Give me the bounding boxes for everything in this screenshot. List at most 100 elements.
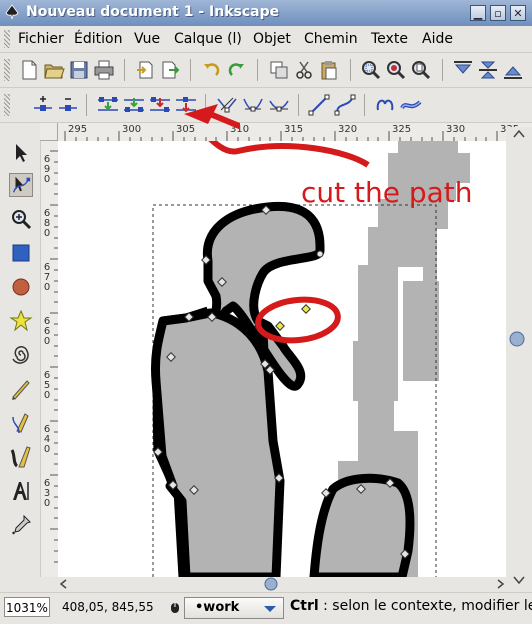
rectangle-icon[interactable] [9, 241, 33, 265]
menu-fichier[interactable]: Fichier [18, 31, 64, 47]
zoom-drawing-icon[interactable] [385, 59, 407, 81]
maximize-button[interactable]: ▫ [490, 5, 506, 21]
minimize-button[interactable]: ▁ [470, 5, 486, 21]
status-message-text: : selon le contexte, modifier le [318, 598, 532, 614]
dropper-icon[interactable] [9, 513, 33, 537]
object-to-path-icon[interactable] [374, 94, 396, 116]
star-icon[interactable] [9, 309, 33, 333]
zoom-icon[interactable] [9, 207, 33, 231]
ruler-label: 660 [43, 316, 51, 347]
toolbar-separator [298, 94, 299, 116]
current-layer: •work [195, 600, 240, 615]
save-icon[interactable] [68, 59, 90, 81]
ruler-label: 670 [43, 262, 51, 293]
toolbar-separator [86, 94, 87, 116]
join-nodes-icon[interactable] [97, 94, 119, 116]
selector-arrow-icon[interactable] [9, 141, 33, 165]
menu-edition[interactable]: Édition [74, 31, 122, 47]
import-icon[interactable] [134, 59, 156, 81]
ruler-label: 640 [43, 424, 51, 455]
menu-vue[interactable]: Vue [134, 31, 160, 47]
ruler-label: 690 [43, 154, 51, 185]
align-top-icon[interactable] [452, 59, 474, 81]
join-segment-icon[interactable] [123, 94, 145, 116]
make-curve-icon[interactable] [334, 94, 356, 116]
undo-icon[interactable] [200, 59, 222, 81]
ruler-label: 650 [43, 370, 51, 401]
ruler-label: 315 [284, 124, 304, 135]
make-symmetric-icon[interactable] [268, 94, 290, 116]
new-document-icon[interactable] [18, 59, 40, 81]
node-edit-icon[interactable] [9, 173, 33, 197]
selected-nodes [275, 304, 311, 331]
spiral-icon[interactable] [9, 343, 33, 367]
ruler-label: 320 [338, 124, 358, 135]
annotation-red-arrow [208, 141, 370, 168]
menu-objet[interactable]: Objet [253, 31, 291, 47]
annotation-red-circle [255, 296, 341, 344]
toolbar-separator [364, 94, 365, 116]
toolbar-separator [442, 59, 443, 81]
menu-texte[interactable]: Texte [371, 31, 408, 47]
stroke-to-path-icon[interactable] [400, 94, 422, 116]
toolbar-separator [350, 59, 351, 81]
annotation-text: cut the path [301, 176, 473, 209]
vertical-scrollbar[interactable] [506, 127, 532, 591]
horizontal-scrollbar-shapes [59, 577, 505, 591]
vertical-ruler[interactable]: 690 680 670 660 650 640 630 [40, 141, 59, 577]
duplicate-icon[interactable] [268, 59, 290, 81]
close-button[interactable]: ✕ [510, 5, 526, 21]
node-controls-toolbar [0, 88, 532, 123]
insert-node-icon[interactable] [32, 94, 54, 116]
pen-icon[interactable] [9, 411, 33, 435]
zoom-field[interactable]: 1031% [4, 597, 50, 617]
toolbar-separator [190, 59, 191, 81]
vertical-ruler-ticks [50, 150, 58, 563]
export-icon[interactable] [159, 59, 181, 81]
cut-icon[interactable] [293, 59, 315, 81]
align-center-icon[interactable] [477, 59, 499, 81]
ellipse-icon[interactable] [9, 275, 33, 299]
layer-selector[interactable]: •work [184, 597, 284, 619]
menu-chemin[interactable]: Chemin [304, 31, 358, 47]
menubar-grip[interactable] [4, 30, 10, 48]
delete-node-icon[interactable] [57, 94, 79, 116]
vertical-scrollbar-shapes [506, 127, 532, 585]
commands-toolbar [0, 53, 532, 88]
status-message: Ctrl : selon le contexte, modifier le [290, 598, 532, 614]
drawing-canvas[interactable]: cut the path [58, 141, 506, 577]
menu-aide[interactable]: Aide [422, 31, 453, 47]
commands-toolbar-grip[interactable] [4, 59, 10, 81]
make-smooth-icon[interactable] [242, 94, 264, 116]
annotation-arrow-head [184, 104, 240, 130]
toolbar-separator [124, 59, 125, 81]
ruler-label: 680 [43, 208, 51, 239]
ruler-corner [40, 123, 58, 141]
zoom-selection-icon[interactable] [360, 59, 382, 81]
zoom-page-icon[interactable] [410, 59, 432, 81]
print-icon[interactable] [93, 59, 115, 81]
toolbox [0, 141, 41, 577]
chevron-down-icon [264, 606, 276, 612]
status-message-key: Ctrl [290, 598, 319, 614]
inkscape-app-icon [5, 4, 19, 20]
node-toolbar-grip[interactable] [4, 94, 10, 116]
ruler-label: 630 [43, 478, 51, 509]
open-folder-icon[interactable] [43, 59, 65, 81]
text-icon[interactable] [9, 479, 33, 503]
pencil-icon[interactable] [9, 377, 33, 401]
toolbar-separator [257, 59, 258, 81]
align-bottom-icon[interactable] [502, 59, 524, 81]
ruler-label: 325 [392, 124, 412, 135]
redo-icon[interactable] [226, 59, 248, 81]
horizontal-scrollbar[interactable] [58, 577, 506, 591]
mouse-icon [171, 603, 179, 613]
make-line-icon[interactable] [308, 94, 330, 116]
delete-segment-icon[interactable] [149, 94, 171, 116]
paste-icon[interactable] [318, 59, 340, 81]
status-bar: 1031% 408,05, 845,55 •work Ctrl : selon … [0, 592, 532, 624]
calligraphy-icon[interactable] [9, 445, 33, 469]
menu-calque[interactable]: Calque (l) [174, 31, 242, 47]
horizontal-ruler[interactable]: 295 300 305 310 315 320 325 330 335 [58, 123, 532, 142]
title-bar[interactable]: Nouveau document 1 - Inkscape ▁ ▫ ✕ [0, 0, 532, 27]
